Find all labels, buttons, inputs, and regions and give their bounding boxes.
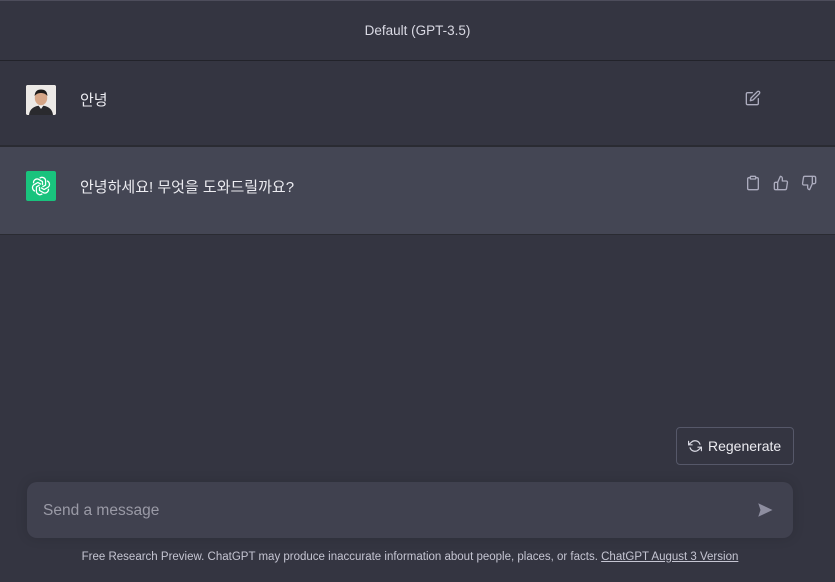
chat-app: Default (GPT-3.5) 안녕 안녕하세요! 무엇을 도와드릴까요? … [0, 0, 835, 582]
assistant-message-text: 안녕하세요! 무엇을 도와드릴까요? [80, 179, 295, 196]
footer-disclaimer: Free Research Preview. ChatGPT may produ… [0, 551, 820, 563]
openai-logo-icon [26, 171, 56, 201]
refresh-icon [688, 440, 702, 452]
user-message-row: 안녕 [0, 61, 835, 146]
thumbs-down-icon[interactable] [800, 174, 818, 192]
version-link[interactable]: ChatGPT August 3 Version [601, 551, 738, 563]
thumbs-up-icon[interactable] [772, 174, 790, 192]
send-icon [758, 503, 773, 517]
edit-icon[interactable] [744, 89, 762, 107]
message-composer [27, 482, 793, 540]
assistant-message-row: 안녕하세요! 무엇을 도와드릴까요? [0, 146, 835, 235]
message-input[interactable] [27, 482, 745, 540]
model-label: Default (GPT-3.5) [364, 23, 471, 38]
model-header: Default (GPT-3.5) [0, 0, 835, 61]
user-avatar [26, 85, 56, 115]
send-button[interactable] [753, 500, 777, 520]
footer-text: Free Research Preview. ChatGPT may produ… [81, 551, 598, 563]
regenerate-button[interactable]: Regenerate [676, 427, 794, 465]
user-message-text: 안녕 [80, 92, 108, 109]
regenerate-label: Regenerate [708, 438, 782, 454]
clipboard-icon[interactable] [744, 174, 762, 192]
